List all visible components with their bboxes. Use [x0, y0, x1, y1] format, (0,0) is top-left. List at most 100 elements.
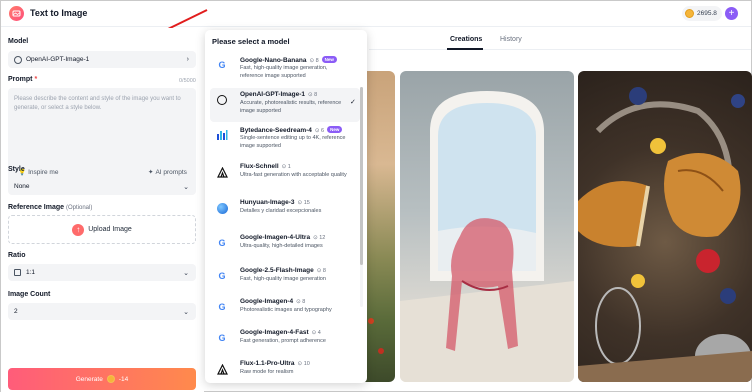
prompt-label: Prompt * [8, 76, 37, 83]
tab-creations[interactable]: Creations [450, 36, 482, 43]
model-option-description: Fast, high-quality image generation [240, 276, 326, 282]
model-option-flux-schnell[interactable]: Flux-Schnell ⊙ 1 Ultra-fast generation wi… [210, 160, 360, 194]
upload-icon: ↑ [72, 223, 85, 236]
bytedance-icon [216, 129, 228, 141]
model-select-value: OpenAI-GPT-Image-1 [26, 56, 90, 63]
model-option-name-line: OpenAI-GPT-Image-1 ⊙ 8 [240, 91, 317, 98]
model-option-count-value: 8 [302, 299, 306, 305]
sparkle-icon: ✦ [148, 169, 154, 176]
ai-prompts-button[interactable]: ✦ AI prompts [148, 168, 187, 177]
model-option-bytedance-seedream-4[interactable]: Bytedance-Seedream-4 ⊙ 6 New Single-senten… [210, 123, 360, 157]
upload-label: Upload Image [88, 226, 132, 233]
app-logo-icon [9, 6, 24, 21]
style-label: Style [8, 166, 25, 173]
model-option-count: ⊙ 4 [311, 330, 321, 336]
model-option-count-value: 8 [322, 268, 326, 274]
generated-image-2[interactable] [400, 71, 574, 382]
prompt-input[interactable]: Please describe the content and style of… [8, 88, 196, 185]
model-option-count-value: 1 [287, 164, 291, 170]
checkmark-icon: ✓ [350, 99, 356, 106]
model-option-description: Accurate, photorealistic results, refere… [240, 100, 342, 114]
model-option-name: Hunyuan-Image-3 [240, 199, 295, 206]
dropdown-scrollbar-thumb[interactable] [360, 87, 363, 265]
image-count-value: 2 [14, 308, 18, 315]
flux-icon [216, 363, 228, 375]
model-option-name: Bytedance-Seedream-4 [240, 127, 312, 134]
style-select[interactable]: None ⌄ [8, 178, 196, 195]
google-icon: G [218, 302, 226, 312]
app-title: Text to Image [30, 8, 88, 18]
model-option-count: ⊙ 10 [297, 361, 310, 367]
chevron-down-icon: ⌄ [183, 308, 189, 316]
model-option-count: ⊙ 8 [308, 92, 318, 98]
model-option-count-value: 8 [314, 92, 318, 98]
openai-icon [14, 55, 22, 64]
generate-button[interactable]: Generate -14 [8, 368, 196, 390]
model-option-description: Ultra-fast generation with acceptable qu… [240, 172, 347, 178]
dropdown-title: Please select a model [212, 37, 290, 46]
model-option-count: ⊙ 8 [309, 58, 319, 64]
credits-value: 2695.8 [697, 10, 717, 17]
model-option-google-imagen-4-fast[interactable]: G Google-Imagen-4-Fast ⊙ 4 Fast generatio… [210, 326, 360, 360]
prompt-placeholder: Please describe the content and style of… [14, 96, 181, 111]
model-select[interactable]: OpenAI-GPT-Image-1 › [8, 51, 196, 68]
generate-label: Generate [75, 375, 103, 383]
chevron-right-icon: › [186, 56, 189, 63]
generated-image-3[interactable] [578, 71, 752, 382]
model-option-name-line: Google-Nano-Banana ⊙ 8 New [240, 56, 337, 64]
model-option-count-value: 6 [321, 128, 325, 134]
model-option-description: Fast, high-quality image generation, ref… [240, 65, 328, 79]
reference-image-label: Reference Image (Optional) [8, 204, 92, 211]
optional-tag: (Optional) [65, 205, 93, 211]
model-option-description: Single-sentence editing up to 4K, refere… [240, 135, 346, 149]
model-option-google-imagen-4[interactable]: G Google-Imagen-4 ⊙ 8 Photorealistic imag… [210, 295, 360, 329]
prompt-label-text: Prompt [8, 76, 33, 83]
model-option-name: Google-Imagen-4-Ultra [240, 234, 311, 241]
model-option-count: ⊙ 8 [316, 268, 326, 274]
model-option-name-line: Google-Imagen-4-Fast ⊙ 4 [240, 329, 321, 336]
model-option-count: ⊙ 15 [297, 200, 310, 206]
model-option-google-2-5-flash-image[interactable]: G Google-2.5-Flash-Image ⊙ 8 Fast, high-q… [210, 264, 360, 298]
model-option-name-line: Google-Imagen-4 ⊙ 8 [240, 298, 305, 305]
croissant-image [578, 87, 752, 382]
model-option-count-value: 15 [303, 200, 310, 206]
required-mark: * [34, 76, 38, 83]
model-option-name: Google-Imagen-4 [240, 298, 294, 305]
model-option-count: ⊙ 12 [313, 235, 326, 241]
chevron-down-icon: ⌄ [183, 269, 189, 277]
model-option-description: Ultra-quality, high-detailed images [240, 243, 323, 249]
square-ratio-icon [14, 269, 21, 276]
model-option-name-line: Hunyuan-Image-3 ⊙ 15 [240, 199, 310, 206]
model-option-count: ⊙ 1 [281, 164, 291, 170]
model-option-description: Detalles y claridad excepcionales [240, 208, 322, 214]
image-count-select[interactable]: 2 ⌄ [8, 303, 196, 320]
model-label: Model [8, 38, 29, 45]
upload-image-button[interactable]: ↑ Upload Image [8, 215, 196, 244]
ratio-select[interactable]: 1:1 ⌄ [8, 264, 196, 281]
model-dropdown: Please select a model G Google-Nano-Bana… [205, 30, 367, 383]
model-option-flux-1-1-pro-ultra[interactable]: Flux-1.1-Pro-Ultra ⊙ 10 Raw mode for real… [210, 357, 360, 383]
coin-icon [685, 9, 694, 18]
google-icon: G [218, 238, 226, 248]
model-option-count: ⊙ 8 [296, 299, 306, 305]
flux-icon [216, 166, 228, 178]
model-option-name: Google-Imagen-4-Fast [240, 329, 309, 336]
model-option-openai-gpt-image-1[interactable]: OpenAI-GPT-Image-1 ⊙ 8 Accurate, photorea… [210, 88, 360, 122]
chevron-down-icon: ⌄ [183, 183, 189, 191]
model-option-name-line: Google-Imagen-4-Ultra ⊙ 12 [240, 234, 325, 241]
google-icon: G [218, 333, 226, 343]
model-option-hunyuan-image-3[interactable]: Hunyuan-Image-3 ⊙ 15 Detalles y claridad … [210, 196, 360, 230]
settings-panel: Model OpenAI-GPT-Image-1 › Prompt * 0/50… [1, 28, 204, 392]
credits-balance[interactable]: 2695.8 [682, 6, 722, 21]
add-credits-button[interactable]: + [725, 7, 738, 20]
style-select-value: None [14, 183, 30, 190]
model-option-google-imagen-4-ultra[interactable]: G Google-Imagen-4-Ultra ⊙ 12 Ultra-qualit… [210, 231, 360, 265]
tab-history[interactable]: History [500, 36, 522, 43]
inspire-me-label: Inspire me [28, 168, 59, 176]
google-icon: G [218, 60, 226, 70]
model-option-count-value: 10 [303, 361, 310, 367]
model-option-description: Raw mode for realism [240, 369, 294, 375]
model-option-description: Fast generation, prompt adherence [240, 338, 326, 344]
model-option-name-line: Google-2.5-Flash-Image ⊙ 8 [240, 267, 326, 274]
model-option-google-nano-banana[interactable]: G Google-Nano-Banana ⊙ 8 New Fast, high-qu… [210, 53, 360, 87]
